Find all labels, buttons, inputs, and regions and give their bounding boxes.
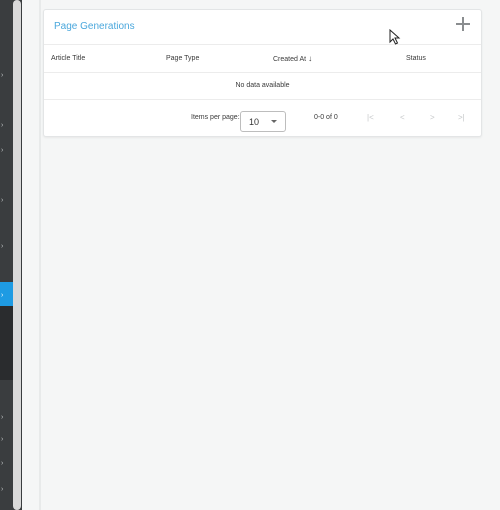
first-page-icon[interactable]: |< <box>367 114 374 122</box>
sidebar: › › › › › › › › › › <box>0 0 22 510</box>
chevron-right-icon[interactable]: › <box>1 292 3 299</box>
chevron-right-icon[interactable]: › <box>1 414 3 421</box>
content-divider <box>39 0 41 510</box>
items-per-page-value: 10 <box>249 117 260 127</box>
plus-icon[interactable] <box>455 16 471 32</box>
items-per-page-select[interactable]: 10 <box>240 111 286 132</box>
column-header-status[interactable]: Status <box>406 55 426 62</box>
previous-page-icon[interactable]: < <box>400 114 405 122</box>
items-per-page-label: Items per page: <box>191 114 240 121</box>
last-page-icon[interactable]: >| <box>458 114 465 122</box>
card-title: Page Generations <box>54 21 135 32</box>
caret-down-icon <box>271 120 277 123</box>
column-header-page-type[interactable]: Page Type <box>166 55 199 62</box>
column-header-created-at-label: Created At <box>273 56 307 63</box>
table-row: No data available <box>44 73 481 100</box>
chevron-right-icon[interactable]: › <box>1 72 3 79</box>
sidebar-submenu-region <box>0 306 13 380</box>
mouse-cursor-icon <box>389 29 401 45</box>
range-label: 0-0 of 0 <box>314 114 338 121</box>
column-header-created-at[interactable]: Created At ↓ <box>273 54 313 64</box>
table-header: Article Title Page Type Created At ↓ Stat… <box>44 45 481 73</box>
chevron-right-icon[interactable]: › <box>1 436 3 443</box>
chevron-right-icon[interactable]: › <box>1 197 3 204</box>
chevron-right-icon[interactable]: › <box>1 460 3 467</box>
chevron-right-icon[interactable]: › <box>1 147 3 154</box>
empty-message: No data available <box>235 82 290 89</box>
chevron-right-icon[interactable]: › <box>1 243 3 250</box>
chevron-right-icon[interactable]: › <box>1 486 3 493</box>
card-header: Page Generations <box>44 10 481 45</box>
sidebar-scrollbar[interactable] <box>13 0 21 510</box>
column-header-article-title[interactable]: Article Title <box>51 55 85 62</box>
paginator: Items per page: 10 0-0 of 0 |< < > >| <box>44 100 481 136</box>
arrow-down-icon: ↓ <box>308 54 313 63</box>
chevron-right-icon[interactable]: › <box>1 122 3 129</box>
page-generations-card: Page Generations Article Title Page Type… <box>43 9 482 137</box>
next-page-icon[interactable]: > <box>430 114 435 122</box>
